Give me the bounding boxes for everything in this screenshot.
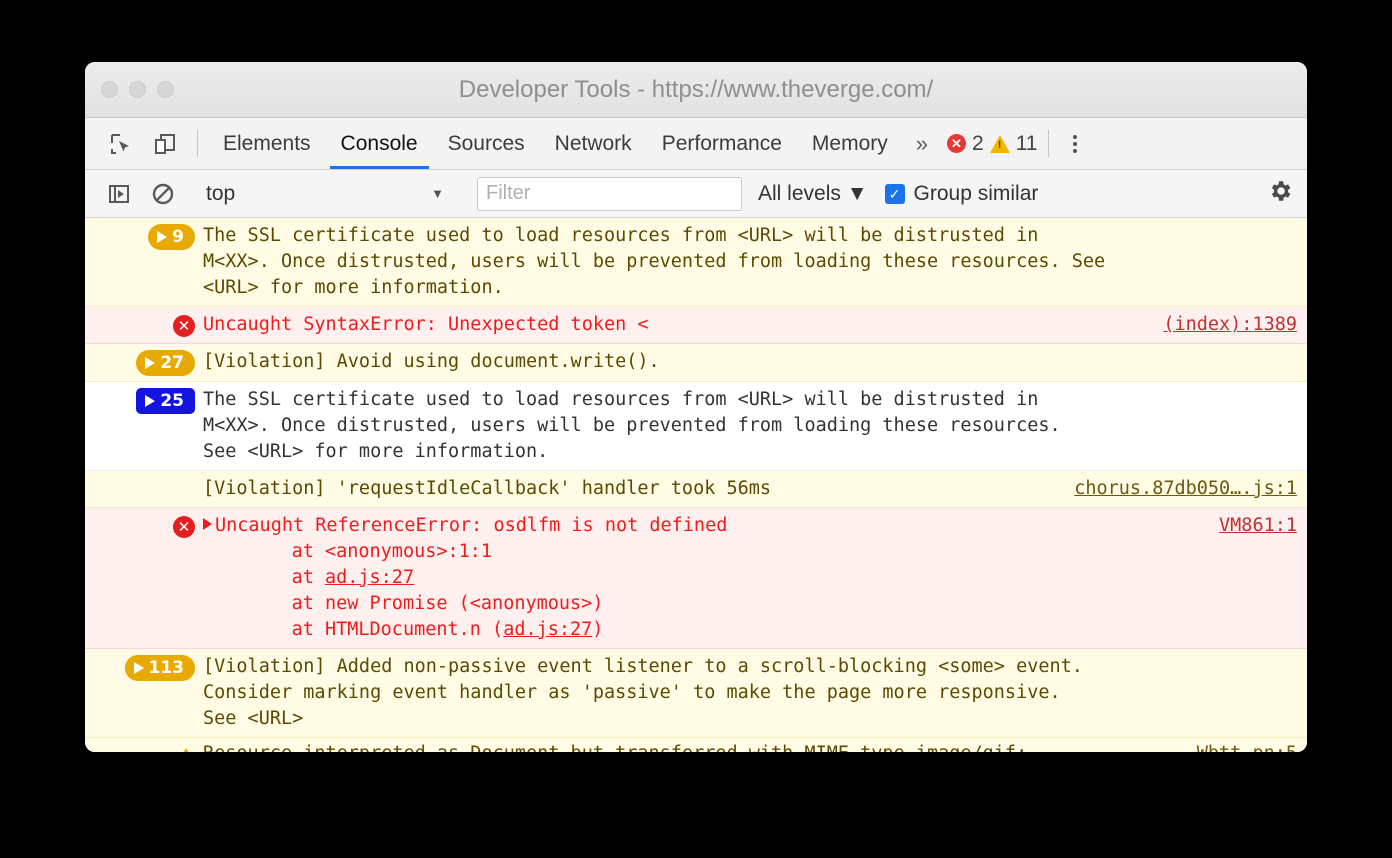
message-gutter: 113 xyxy=(85,654,203,681)
message-text: The SSL certificate used to load resourc… xyxy=(203,389,1061,462)
group-count-badge[interactable]: 9 xyxy=(148,224,195,250)
console-message[interactable]: [Violation] 'requestIdleCallback' handle… xyxy=(85,471,1307,508)
settings-gear-icon[interactable] xyxy=(1267,178,1293,209)
window-controls xyxy=(101,81,174,98)
message-text: [Violation] Added non-passive event list… xyxy=(203,656,1083,729)
message-gutter: ✕ xyxy=(85,513,203,538)
tab-network[interactable]: Network xyxy=(540,118,647,169)
message-gutter xyxy=(85,741,203,752)
warning-triangle-icon xyxy=(177,748,195,752)
stack-frame-prefix: at xyxy=(247,541,325,562)
toolbar-divider xyxy=(197,130,198,157)
source-link[interactable]: VM861:1 xyxy=(1219,513,1297,539)
clear-console-icon[interactable] xyxy=(141,182,185,206)
show-console-sidebar-icon[interactable] xyxy=(97,183,141,205)
console-message[interactable]: 27 [Violation] Avoid using document.writ… xyxy=(85,344,1307,382)
message-text: The SSL certificate used to load resourc… xyxy=(203,225,1106,298)
stack-frame-link[interactable]: ad.js:27 xyxy=(503,619,592,640)
stack-frame: at ad.js:27 xyxy=(203,565,1211,591)
message-gutter: 25 xyxy=(85,387,203,414)
message-text: Uncaught SyntaxError: Unexpected token < xyxy=(203,314,649,335)
stack-frame-text: ) xyxy=(592,619,604,640)
log-level-selector[interactable]: All levels ▼ xyxy=(758,182,868,206)
counters-divider xyxy=(1047,130,1049,157)
stack-frame-text: <anonymous>:1:1 xyxy=(324,541,493,562)
close-button[interactable] xyxy=(101,81,118,98)
error-count: 2 xyxy=(972,131,984,155)
warning-count: 11 xyxy=(1015,131,1038,155)
expand-triangle-icon xyxy=(133,662,144,674)
minimize-button[interactable] xyxy=(129,81,146,98)
message-text: Uncaught ReferenceError: osdlfm is not d… xyxy=(215,515,728,536)
title-bar: Developer Tools - https://www.theverge.c… xyxy=(85,62,1307,118)
console-message-list[interactable]: 9 The SSL certificate used to load resou… xyxy=(85,218,1307,752)
console-message[interactable]: Resource interpreted as Document but tra… xyxy=(85,738,1307,752)
execution-context-value: top xyxy=(206,181,236,205)
expand-triangle-icon xyxy=(145,395,156,407)
inspect-element-icon[interactable] xyxy=(99,118,143,169)
chevron-down-icon: ▼ xyxy=(431,186,444,201)
source-link[interactable]: (index):1389 xyxy=(1163,312,1297,338)
message-body: Uncaught ReferenceError: osdlfm is not d… xyxy=(203,513,1219,643)
console-message[interactable]: 113 [Violation] Added non-passive event … xyxy=(85,649,1307,738)
stack-frame-link[interactable]: ad.js:27 xyxy=(325,567,414,588)
tab-elements[interactable]: Elements xyxy=(208,118,326,169)
console-message[interactable]: ✕ Uncaught SyntaxError: Unexpected token… xyxy=(85,307,1307,344)
console-toolbar: top ▼ All levels ▼ ✓ Group similar xyxy=(85,170,1307,218)
group-count-badge[interactable]: 27 xyxy=(136,350,195,376)
group-count-badge[interactable]: 113 xyxy=(124,655,195,681)
group-count: 113 xyxy=(148,658,185,678)
source-link[interactable]: chorus.87db050….js:1 xyxy=(1074,476,1297,502)
log-level-value: All levels xyxy=(758,181,841,205)
stack-frame: at new Promise (<anonymous>) xyxy=(203,591,1211,617)
expand-triangle-icon xyxy=(157,231,168,243)
panel-tabs: Elements Console Sources Network Perform… xyxy=(208,118,903,169)
error-circle-icon: ✕ xyxy=(173,315,195,337)
tab-console[interactable]: Console xyxy=(326,118,433,169)
expand-triangle-icon xyxy=(145,357,156,369)
console-message[interactable]: 25 The SSL certificate used to load reso… xyxy=(85,382,1307,471)
source-link[interactable]: Wbtt…pn:5 xyxy=(1197,741,1297,752)
error-count-icon: ✕ xyxy=(947,134,966,153)
stack-frame-prefix: at xyxy=(247,567,325,588)
console-message[interactable]: ✕ Uncaught ReferenceError: osdlfm is not… xyxy=(85,508,1307,649)
console-message[interactable]: 9 The SSL certificate used to load resou… xyxy=(85,218,1307,307)
execution-context-selector[interactable]: top ▼ xyxy=(206,182,456,206)
message-gutter: 27 xyxy=(85,349,203,376)
issue-counters[interactable]: ✕ 2 11 xyxy=(947,118,1038,169)
expand-stack-icon[interactable] xyxy=(203,518,212,530)
devtools-tabbar: Elements Console Sources Network Perform… xyxy=(85,118,1307,170)
message-text: [Violation] 'requestIdleCallback' handle… xyxy=(203,478,772,499)
group-similar-label: Group similar xyxy=(913,181,1039,205)
warning-count-icon xyxy=(989,134,1010,153)
stack-frame: at HTMLDocument.n (ad.js:27) xyxy=(203,617,1211,643)
devtools-window: Developer Tools - https://www.theverge.c… xyxy=(85,62,1307,752)
filter-input[interactable] xyxy=(477,176,742,211)
tab-memory[interactable]: Memory xyxy=(797,118,903,169)
message-gutter: ✕ xyxy=(85,312,203,337)
group-count: 9 xyxy=(172,227,184,247)
group-similar-checkbox[interactable]: ✓ xyxy=(884,183,905,204)
stack-frame-text: new Promise (<anonymous>) xyxy=(324,593,604,614)
group-similar-toggle[interactable]: ✓ Group similar xyxy=(884,181,1039,206)
message-text: [Violation] Avoid using document.write()… xyxy=(203,351,660,372)
error-circle-icon: ✕ xyxy=(173,516,195,538)
message-gutter xyxy=(85,476,203,477)
device-toolbar-icon[interactable] xyxy=(143,118,187,169)
chevron-down-icon: ▼ xyxy=(846,181,868,205)
kebab-menu-icon[interactable] xyxy=(1072,118,1077,169)
more-panels-button[interactable]: » xyxy=(903,118,941,169)
stack-frame: at <anonymous>:1:1 xyxy=(203,539,1211,565)
tab-performance[interactable]: Performance xyxy=(647,118,797,169)
group-count: 27 xyxy=(160,353,184,373)
message-gutter: 9 xyxy=(85,223,203,250)
group-count-badge[interactable]: 25 xyxy=(136,388,195,414)
stack-frame-prefix: at HTMLDocument.n ( xyxy=(247,619,504,640)
message-text: Resource interpreted as Document but tra… xyxy=(203,741,1197,752)
tab-sources[interactable]: Sources xyxy=(433,118,540,169)
stack-frame-prefix: at xyxy=(247,593,325,614)
window-title: Developer Tools - https://www.theverge.c… xyxy=(458,75,934,103)
maximize-button[interactable] xyxy=(157,81,174,98)
group-count: 25 xyxy=(160,391,184,411)
